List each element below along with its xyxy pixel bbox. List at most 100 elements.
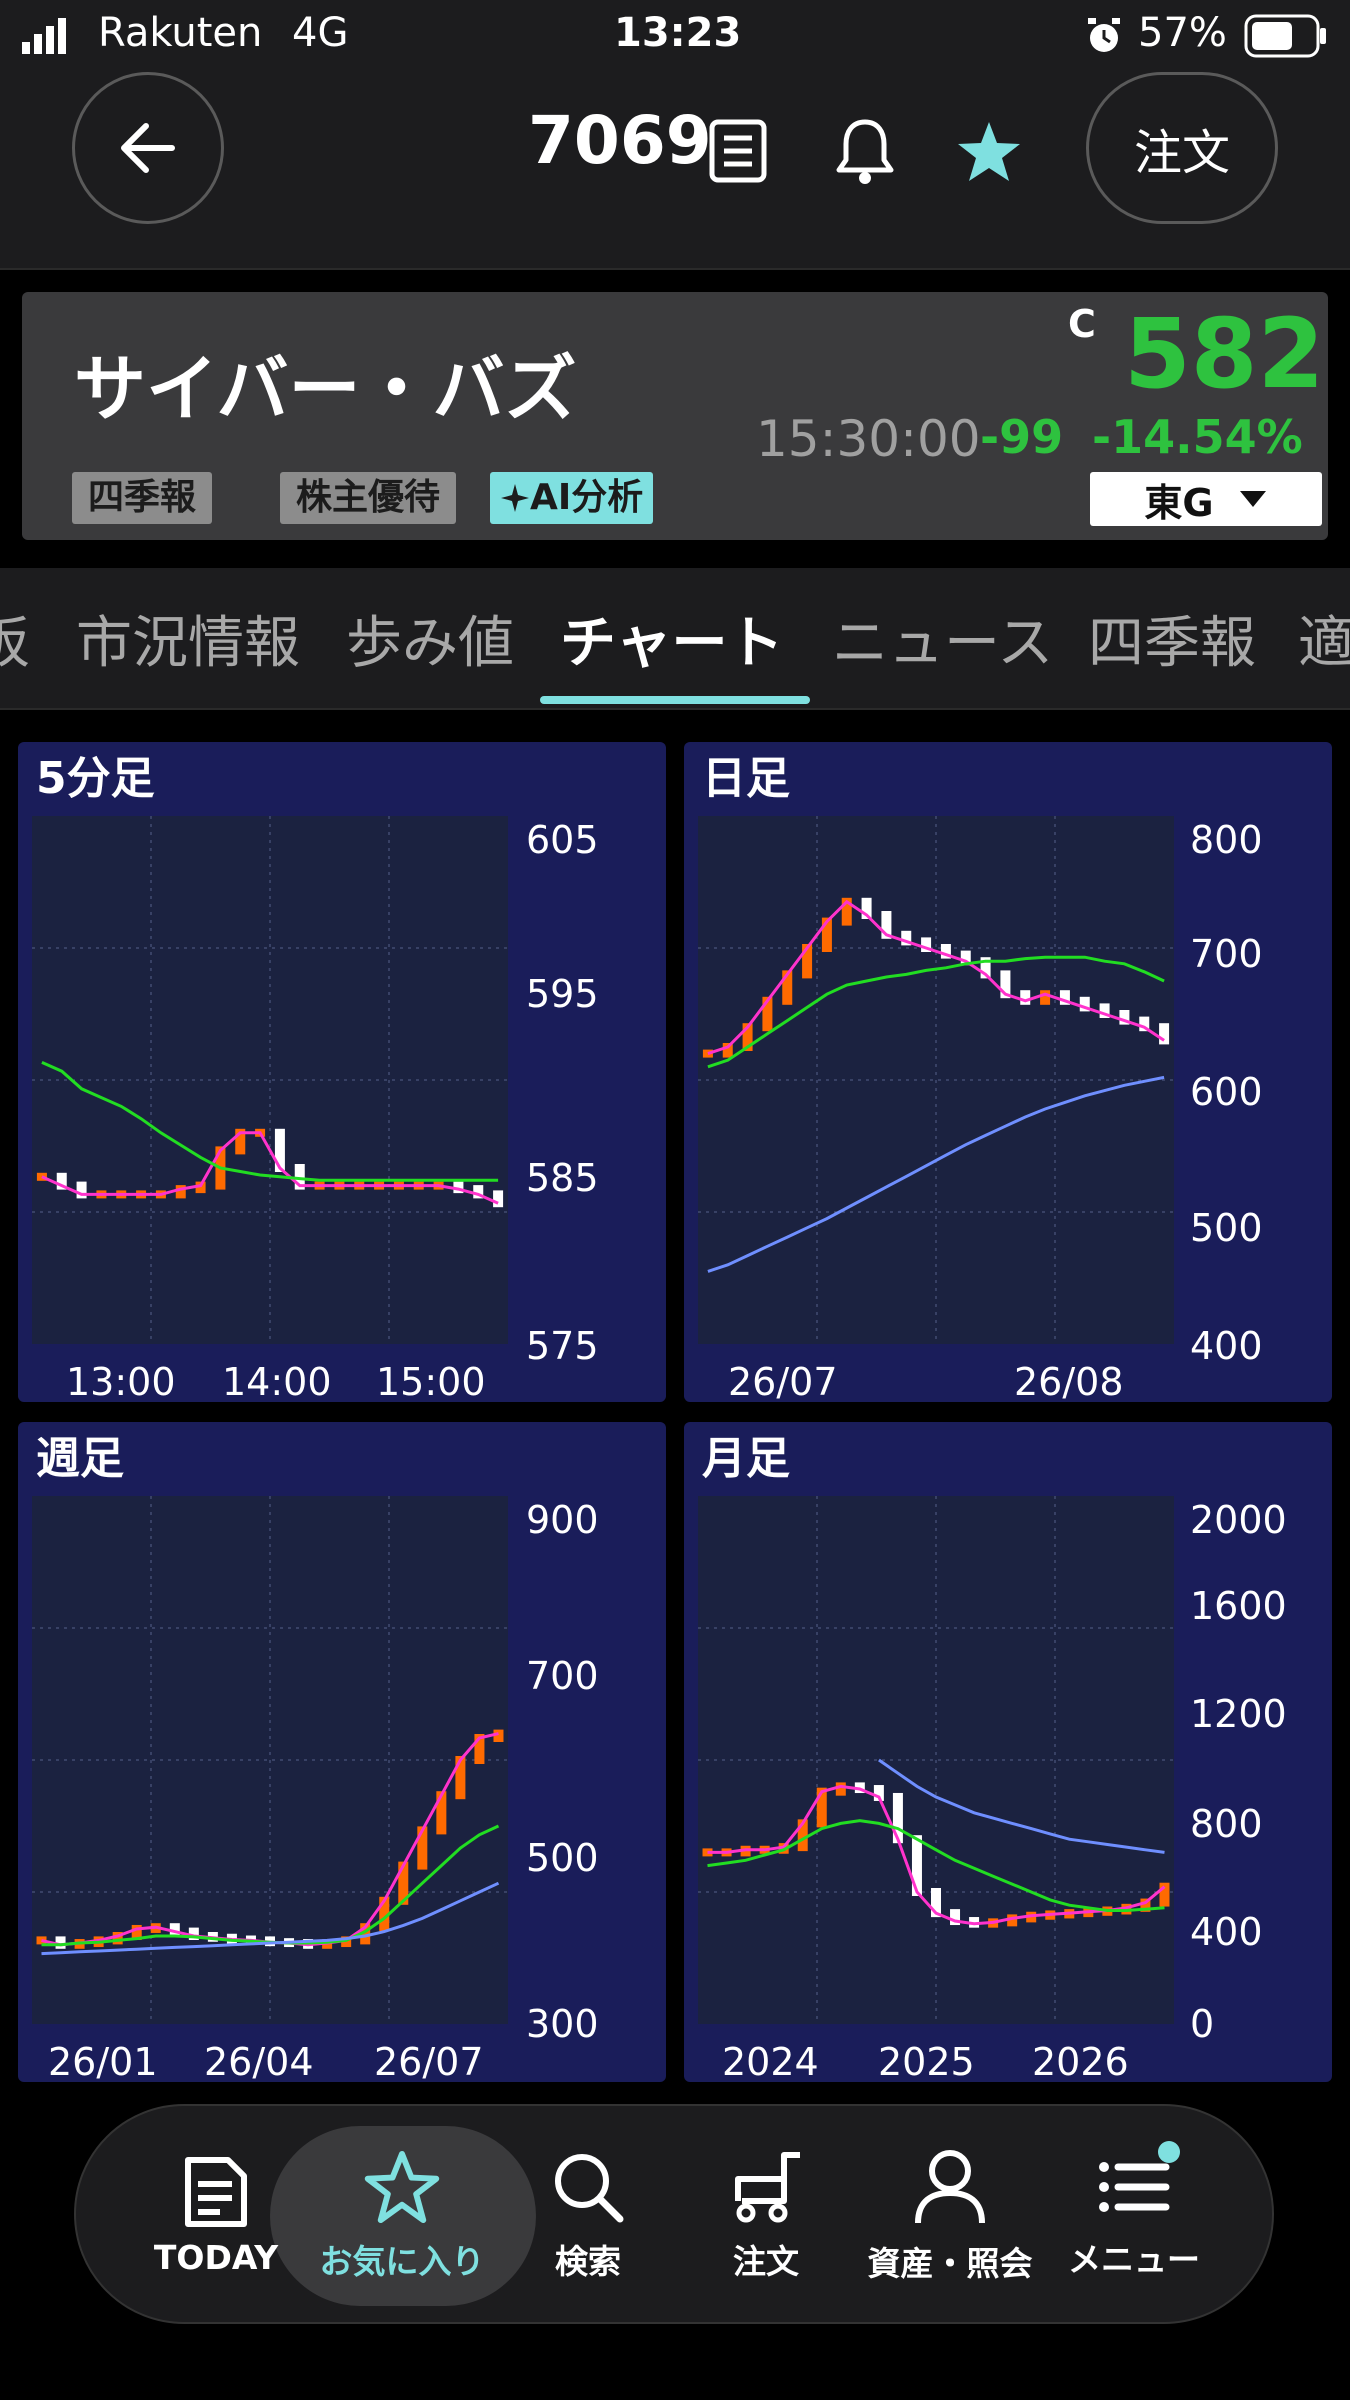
tag-shikiho[interactable]: 四季報	[72, 472, 213, 524]
y-tick: 500	[1190, 1206, 1263, 1250]
cart-icon	[735, 2152, 800, 2223]
candle	[1040, 990, 1051, 1005]
nav-label: 検索	[555, 2242, 621, 2281]
tag-yutai[interactable]: 株主優待	[280, 472, 457, 524]
y-tick: 2000	[1190, 1498, 1287, 1542]
signal-icon	[22, 18, 66, 54]
tab-indicator	[540, 696, 810, 704]
battery-percent: 57%	[1138, 10, 1227, 56]
order-button-label: 注文	[1133, 125, 1230, 181]
x-tick: 26/08	[1014, 1360, 1124, 1404]
nav-menu[interactable]: メニュー	[1044, 2106, 1224, 2326]
tab-shikiho[interactable]: 四季報	[1088, 598, 1256, 679]
chart-panel-weekly[interactable]: 週足 900 700 500 300 26/01 26/04 26/07	[18, 1422, 666, 2084]
candle	[493, 1190, 504, 1208]
tab-more[interactable]: 適	[1298, 598, 1350, 679]
order-button[interactable]: 注文	[1086, 72, 1278, 224]
y-tick: 400	[1190, 1910, 1263, 1954]
chart-5min	[32, 816, 508, 1344]
search-icon	[555, 2154, 624, 2223]
x-tick: 26/07	[728, 1360, 838, 1404]
candle	[1159, 1023, 1170, 1045]
battery-icon	[1244, 14, 1328, 62]
chart-title: 5分足	[36, 753, 155, 804]
y-tick: 900	[526, 1498, 599, 1542]
stock-card: サイバー・バズ C 582 15:30:00 -99 -14.54% 四季報 株…	[22, 292, 1328, 540]
x-tick: 26/07	[374, 2040, 484, 2084]
candle	[1020, 990, 1031, 1005]
newspaper-icon	[185, 2156, 247, 2227]
y-tick: 400	[1190, 1324, 1263, 1368]
nav-label: 注文	[733, 2242, 799, 2281]
chart-title: 週足	[36, 1433, 124, 1484]
clock: 13:23	[614, 10, 742, 56]
tab-chart[interactable]: チャート	[560, 598, 783, 679]
network-label: 4G	[292, 10, 349, 56]
tag-ai-analysis[interactable]: AI分析	[490, 472, 654, 524]
nav-today[interactable]: TODAY	[126, 2106, 306, 2326]
sparkle-icon	[501, 484, 529, 512]
nav-label: 資産・照会	[867, 2244, 1033, 2283]
y-tick: 0	[1190, 2002, 1215, 2046]
y-tick: 800	[1190, 1802, 1263, 1846]
price-flag: C	[1068, 302, 1096, 346]
y-tick: 1200	[1190, 1692, 1287, 1736]
nav-order[interactable]: 注文	[676, 2106, 856, 2326]
nav-search[interactable]: 検索	[498, 2106, 678, 2326]
tab-market-info[interactable]: 市況情報	[76, 598, 300, 679]
tab-board[interactable]: 板	[0, 598, 30, 679]
tab-bar: 板 市況情報 歩み値 チャート ニュース 四季報 適	[0, 568, 1350, 710]
chart-title: 月足	[702, 1433, 790, 1484]
candle	[911, 1835, 922, 1896]
y-tick: 585	[526, 1156, 599, 1200]
back-arrow-icon	[121, 123, 175, 173]
market-label: 東G	[1144, 480, 1214, 525]
x-tick: 13:00	[66, 1360, 176, 1404]
y-tick: 605	[526, 818, 599, 862]
tag-ai-label: AI分析	[530, 477, 644, 518]
nav-label: メニュー	[1068, 2240, 1200, 2279]
stock-header: 7069 注文	[0, 72, 1350, 270]
tab-ticks[interactable]: 歩み値	[346, 598, 514, 679]
notification-dot	[1158, 2141, 1180, 2163]
carrier-label: Rakuten	[98, 10, 263, 56]
star-outline-icon	[364, 2150, 440, 2224]
price-change: -99	[980, 410, 1064, 464]
nav-favorites[interactable]: お気に入り	[312, 2106, 492, 2326]
bottom-nav: TODAY お気に入り 検索 注文 資産・照会 メニュー	[74, 2104, 1274, 2324]
back-button[interactable]	[72, 72, 224, 224]
bell-icon[interactable]	[834, 116, 896, 190]
alarm-icon	[1084, 16, 1124, 60]
y-tick: 500	[526, 1836, 599, 1880]
status-bar: Rakuten 4G 13:23 57%	[0, 0, 1350, 72]
market-select[interactable]: 東G	[1090, 472, 1322, 526]
y-tick: 300	[526, 2002, 599, 2046]
chart-title: 日足	[702, 753, 790, 804]
y-tick: 600	[1190, 1070, 1263, 1114]
chart-panel-5min[interactable]: 5分足 605 595 585 575 13:00 14:00 15:00	[18, 742, 666, 1404]
person-icon	[915, 2150, 985, 2224]
star-icon[interactable]	[956, 120, 1022, 188]
nav-assets[interactable]: 資産・照会	[860, 2106, 1040, 2326]
x-tick: 15:00	[376, 1360, 486, 1404]
y-tick: 595	[526, 972, 599, 1016]
current-price: 582	[1124, 298, 1325, 410]
document-icon[interactable]	[708, 118, 768, 188]
x-tick: 14:00	[222, 1360, 332, 1404]
chevron-down-icon	[1239, 491, 1266, 507]
candle	[1159, 1882, 1170, 1907]
stock-name: サイバー・バズ	[74, 347, 577, 431]
x-tick: 26/01	[48, 2040, 158, 2084]
chart-panel-daily[interactable]: 日足 800 700 600 500 400 26/07 26/08	[684, 742, 1332, 1404]
x-tick: 2025	[878, 2040, 975, 2084]
tab-news[interactable]: ニュース	[832, 598, 1053, 679]
chart-panel-monthly[interactable]: 月足 2000 1600 1200 800 400 0 2024 2025 20…	[684, 1422, 1332, 2084]
price-time: 15:30:00	[756, 410, 981, 468]
nav-label: TODAY	[153, 2237, 279, 2277]
x-tick: 2024	[722, 2040, 819, 2084]
y-tick: 575	[526, 1324, 599, 1368]
price-change-percent: -14.54%	[1092, 410, 1303, 464]
x-tick: 26/04	[204, 2040, 314, 2084]
stock-code: 7069	[528, 102, 712, 179]
chart-weekly	[32, 1496, 508, 2024]
